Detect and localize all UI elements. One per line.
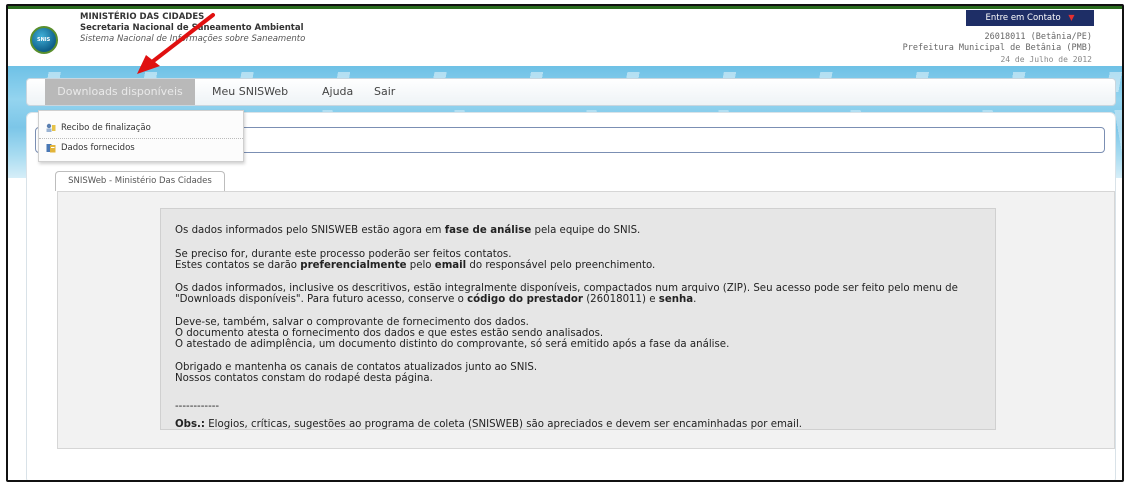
notice-p5b: Nossos contatos constam do rodapé desta … [175, 373, 433, 384]
logo-text: SNIS [37, 37, 51, 43]
notice-p1: Os dados informados pelo SNISWEB estão a… [175, 225, 640, 237]
contact-label: Entre em Contato [985, 13, 1061, 23]
header-top-line [8, 6, 1122, 9]
ministry-name: MINISTÉRIO DAS CIDADES [80, 12, 205, 22]
notice-text: . [693, 294, 697, 305]
contact-button[interactable]: Entre em Contato ▼ [966, 10, 1094, 26]
notice-obs: Obs.: Elogios, críticas, sugestões ao pr… [175, 419, 802, 431]
dropdown-item-recibo[interactable]: Recibo de finalização [39, 119, 243, 137]
receipt-icon [46, 123, 56, 132]
notice-text: "Downloads disponíveis". Para futuro ace… [175, 294, 468, 305]
secretaria-name: Secretaria Nacional de Saneamento Ambien… [80, 23, 304, 33]
provider-code: 26018011 (Betânia/PE) [984, 32, 1092, 42]
notice-text: pela equipe do SNIS. [531, 225, 641, 236]
tab-snisweb[interactable]: SNISWeb - Ministério Das Cidades [55, 171, 225, 191]
notice-bold: fase de análise [444, 225, 532, 236]
sistema-name: Sistema Nacional de Informações sobre Sa… [80, 34, 306, 44]
notice-bold: senha [658, 294, 694, 305]
content-panel: SNISWeb - Ministério Das Cidades Os dado… [26, 112, 1116, 480]
menu-meu-snisweb[interactable]: Meu SNISWeb [212, 79, 288, 105]
notice-p3b: "Downloads disponíveis". Para futuro ace… [175, 294, 696, 306]
menu-sair[interactable]: Sair [374, 79, 395, 105]
dropdown-label: Recibo de finalização [61, 123, 151, 133]
dropdown-item-dados[interactable]: Dados fornecidos [39, 138, 243, 156]
menu-ajuda[interactable]: Ajuda [322, 79, 353, 105]
obs-text: Elogios, críticas, sugestões ao programa… [204, 419, 803, 430]
obs-label: Obs.: [175, 419, 205, 430]
notice-p4c: O atestado de adimplência, um documento … [175, 339, 730, 350]
chevron-down-icon: ▼ [1068, 13, 1075, 22]
notice-bold: preferencialmente [300, 260, 407, 271]
page-frame: SNIS MINISTÉRIO DAS CIDADES Secretaria N… [6, 4, 1124, 482]
notice-bold: código do prestador [467, 294, 583, 305]
notice-text: (26018011) e [582, 294, 659, 305]
current-date: 24 de Julho de 2012 [1000, 55, 1092, 64]
notice-text: do responsável pelo preenchimento. [466, 260, 656, 271]
notice-bold: email [434, 260, 467, 271]
notice-separator: ------------ [175, 401, 220, 412]
snis-logo[interactable]: SNIS [30, 26, 58, 54]
dropdown-label: Dados fornecidos [61, 143, 135, 153]
user-info: 26018011 (Betânia/PE) Prefeitura Municip… [903, 32, 1092, 65]
analysis-notice: Os dados informados pelo SNISWEB estão a… [160, 208, 996, 430]
ministry-block: MINISTÉRIO DAS CIDADES Secretaria Nacion… [80, 12, 305, 45]
notice-text: Estes contatos se darão [175, 260, 301, 271]
notice-container: Os dados informados pelo SNISWEB estão a… [57, 191, 1115, 449]
site-header: SNIS MINISTÉRIO DAS CIDADES Secretaria N… [8, 6, 1122, 66]
data-files-icon [46, 144, 56, 153]
main-menu-bar: Downloads disponíveis Meu SNISWeb Ajuda … [26, 78, 1116, 106]
menu-downloads[interactable]: Downloads disponíveis [45, 79, 195, 105]
downloads-dropdown: Recibo de finalização Dados fornecidos [38, 110, 244, 162]
notice-text: Os dados informados pelo SNISWEB estão a… [175, 225, 445, 236]
provider-org: Prefeitura Municipal de Betânia (PMB) [902, 43, 1092, 53]
notice-text: pelo [406, 260, 435, 271]
notice-p2b: Estes contatos se darão preferencialment… [175, 260, 655, 272]
